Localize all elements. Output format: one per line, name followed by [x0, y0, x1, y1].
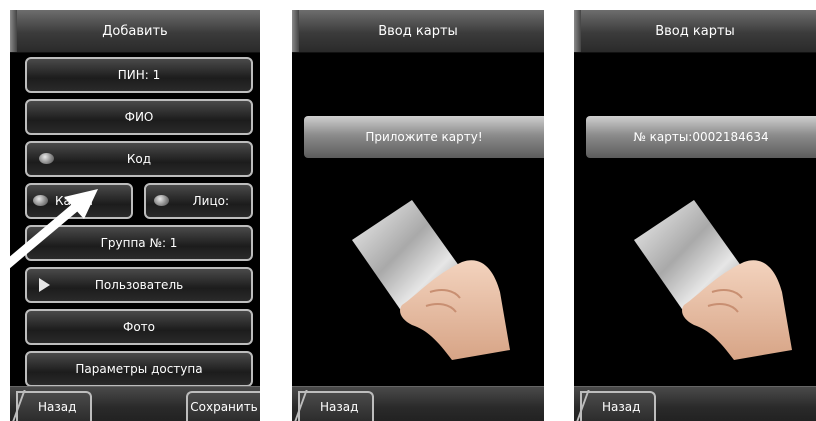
- access-params-button[interactable]: Параметры доступа: [25, 351, 253, 387]
- title-bar: Добавить: [10, 10, 260, 53]
- card-number-screen: Ввод карты № карты:0002184634 Назад: [574, 10, 816, 421]
- screen-title: Ввод карты: [655, 23, 735, 39]
- screen-title: Ввод карты: [378, 23, 458, 39]
- back-label: Назад: [602, 400, 641, 414]
- fio-label: ФИО: [124, 110, 154, 124]
- title-bar: Ввод карты: [292, 10, 544, 53]
- photo-button[interactable]: Фото: [25, 309, 253, 345]
- user-label: Пользователь: [94, 278, 184, 292]
- pin-button[interactable]: ПИН: 1: [25, 57, 253, 93]
- face-label: Лицо:: [192, 194, 229, 208]
- save-label: Сохранить: [190, 400, 258, 414]
- back-label: Назад: [320, 400, 359, 414]
- pin-label: ПИН: 1: [117, 68, 161, 82]
- message-text: № карты:0002184634: [633, 130, 769, 144]
- photo-label: Фото: [122, 320, 155, 334]
- bottom-bar: Назад: [292, 386, 544, 421]
- pointer-arrow-icon: [0, 189, 98, 273]
- back-button[interactable]: Назад: [298, 391, 374, 421]
- code-label: Код: [126, 152, 152, 166]
- bottom-bar: Назад Сохранить: [10, 386, 260, 421]
- bottom-bar: Назад: [574, 386, 816, 421]
- hand-holding-card-icon: [352, 200, 510, 360]
- code-button[interactable]: Код: [25, 141, 253, 177]
- hand-holding-card-icon: [634, 200, 792, 360]
- play-triangle-icon: [39, 278, 50, 292]
- title-bar: Ввод карты: [574, 10, 816, 53]
- back-label: Назад: [38, 400, 77, 414]
- back-button[interactable]: Назад: [580, 391, 656, 421]
- group-label: Группа №: 1: [100, 236, 178, 250]
- access-params-label: Параметры доступа: [75, 362, 203, 376]
- indicator-led-icon: [39, 153, 54, 164]
- screen-title: Добавить: [102, 23, 168, 39]
- message-banner: Приложите карту!: [304, 116, 544, 158]
- back-button[interactable]: Назад: [16, 391, 92, 421]
- indicator-led-icon: [154, 195, 169, 206]
- message-text: Приложите карту!: [365, 130, 483, 144]
- save-button[interactable]: Сохранить: [186, 391, 260, 421]
- card-input-screen: Ввод карты Приложите карту! Назад: [292, 10, 544, 421]
- face-button[interactable]: Лицо:: [144, 183, 253, 219]
- fio-button[interactable]: ФИО: [25, 99, 253, 135]
- message-banner: № карты:0002184634: [586, 116, 816, 158]
